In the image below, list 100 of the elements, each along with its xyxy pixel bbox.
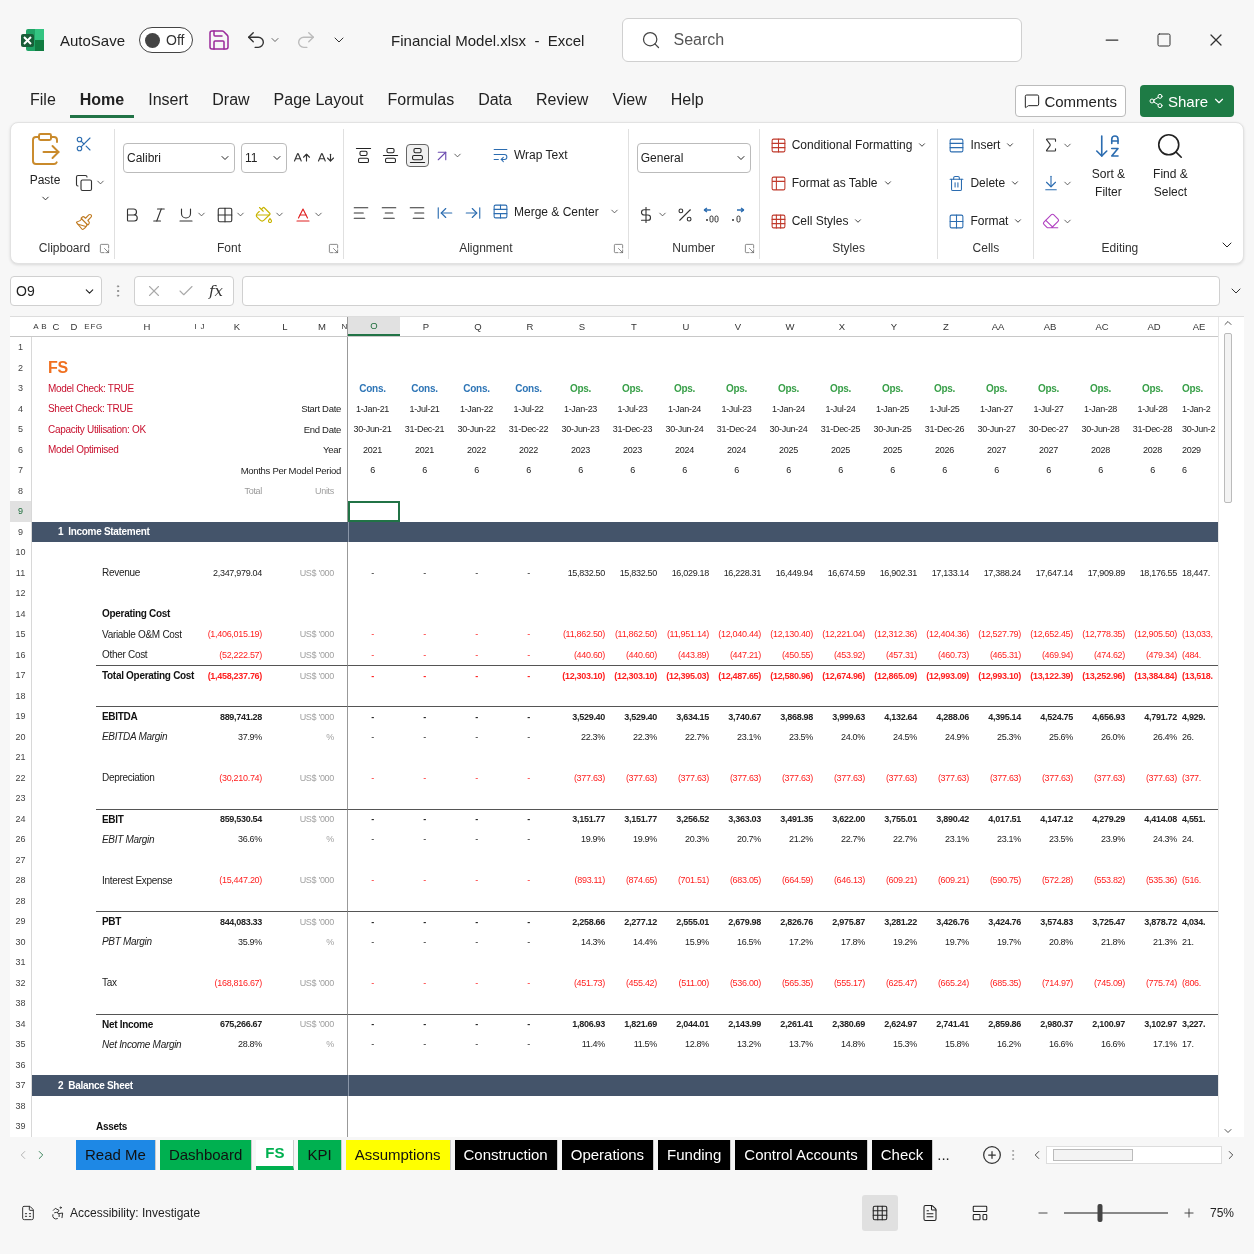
view-button[interactable] bbox=[861, 1195, 898, 1232]
menu-tab[interactable]: File bbox=[20, 84, 66, 118]
menu-tab[interactable]: Help bbox=[660, 84, 714, 118]
dialog-launcher-icon[interactable] bbox=[328, 242, 339, 254]
menu-tab[interactable]: Draw bbox=[202, 84, 260, 118]
grid-icon[interactable] bbox=[948, 212, 966, 230]
caret-icon[interactable] bbox=[853, 216, 864, 226]
find-select-button[interactable]: Find & Select bbox=[1143, 129, 1198, 237]
font-size-field[interactable]: 11 bbox=[241, 142, 287, 173]
cells-button[interactable]: Format bbox=[946, 210, 1026, 232]
number-format-field[interactable]: General bbox=[636, 142, 751, 173]
maximize-icon[interactable] bbox=[1156, 32, 1172, 48]
sort-filter-button[interactable]: Sort & Filter bbox=[1081, 129, 1136, 237]
wrap-text-button[interactable]: Wrap Text bbox=[490, 144, 620, 165]
table-cell: 6 bbox=[1150, 465, 1155, 476]
paintbrush-icon[interactable] bbox=[75, 213, 93, 232]
menu-tab[interactable]: Insert bbox=[138, 84, 199, 118]
grid-icon[interactable] bbox=[870, 1204, 889, 1223]
sheet-tab[interactable]: Funding bbox=[658, 1139, 732, 1170]
add-sheet-icon[interactable] bbox=[981, 1144, 1002, 1165]
row-number[interactable]: 9 bbox=[10, 501, 32, 522]
dialog-launcher-icon[interactable] bbox=[612, 242, 624, 254]
insert-function-label[interactable]: fx bbox=[209, 282, 223, 300]
merge-center-button[interactable]: Merge & Center bbox=[490, 201, 601, 222]
save-icon[interactable] bbox=[207, 28, 232, 52]
search-icon[interactable] bbox=[641, 30, 662, 50]
menu-tab[interactable]: Page Layout bbox=[263, 84, 374, 118]
column-header[interactable]: O bbox=[348, 317, 400, 336]
menu-tab[interactable]: View bbox=[602, 84, 657, 118]
copy-icon[interactable] bbox=[75, 174, 93, 192]
caret-icon[interactable] bbox=[1005, 140, 1016, 150]
name-box[interactable]: O9 bbox=[10, 276, 102, 306]
caret-icon[interactable] bbox=[882, 178, 893, 188]
accessibility-status[interactable]: Accessibility: Investigate bbox=[70, 1206, 201, 1221]
sheet-tab[interactable]: KPI bbox=[298, 1139, 342, 1170]
wrap-text-icon[interactable] bbox=[492, 146, 509, 163]
search-input[interactable]: Search bbox=[671, 19, 1004, 61]
sheet-tab[interactable]: Read Me bbox=[76, 1139, 156, 1170]
row-number[interactable]: 9 bbox=[10, 521, 32, 542]
accessibility-icon[interactable] bbox=[50, 1205, 66, 1222]
font-name-field[interactable]: Calibri bbox=[123, 142, 235, 173]
table-cell: 20.7% bbox=[736, 834, 761, 845]
autosave-toggle[interactable]: Off bbox=[139, 27, 194, 53]
eraser-icon[interactable] bbox=[1042, 212, 1061, 230]
caret-icon[interactable] bbox=[1010, 178, 1021, 188]
dialog-launcher-icon[interactable] bbox=[743, 242, 755, 254]
sheet-tab[interactable]: Check bbox=[871, 1139, 934, 1170]
sheet-tab[interactable]: Operations bbox=[561, 1139, 655, 1170]
share-icon[interactable] bbox=[1147, 93, 1164, 109]
styles-button[interactable]: Format as Table bbox=[767, 172, 930, 194]
selected-cell[interactable] bbox=[348, 501, 400, 522]
scissors-icon[interactable] bbox=[75, 134, 93, 153]
search-field[interactable]: Search bbox=[622, 18, 1023, 62]
styles-button[interactable]: Conditional Formatting bbox=[767, 134, 930, 156]
rows-icon[interactable] bbox=[948, 136, 966, 154]
page-icon[interactable] bbox=[920, 1204, 939, 1223]
zoom-slider-thumb[interactable] bbox=[1097, 1204, 1103, 1223]
merge-cells-icon[interactable] bbox=[492, 203, 509, 220]
table-cell: 4,551. bbox=[1182, 814, 1206, 825]
table-cell: (11,951.14) bbox=[666, 629, 709, 640]
scrollbar-thumb[interactable] bbox=[1052, 1148, 1133, 1161]
more-sheets-label[interactable]: ... bbox=[937, 1146, 950, 1163]
menu-tab[interactable]: Review bbox=[525, 84, 599, 118]
menu-tab[interactable]: Data bbox=[468, 84, 522, 118]
layout-icon[interactable] bbox=[970, 1204, 989, 1223]
cells-button[interactable]: Delete bbox=[946, 172, 1026, 194]
table-cell: 4,132.64 bbox=[884, 711, 917, 722]
trash-icon[interactable] bbox=[948, 174, 966, 192]
table-cell: (646.13) bbox=[833, 875, 865, 886]
italic-icon[interactable] bbox=[150, 205, 168, 224]
sheet-tab[interactable]: Assumptions bbox=[345, 1139, 451, 1170]
row-number[interactable]: 37 bbox=[10, 1075, 32, 1096]
menu-tab[interactable]: Home bbox=[69, 84, 135, 118]
increase-decimal-icon[interactable] bbox=[701, 205, 720, 224]
table-cell: 2,741.41 bbox=[936, 1019, 969, 1030]
share-button[interactable]: Share bbox=[1139, 85, 1234, 117]
table-cell: 2,261.41 bbox=[780, 1019, 813, 1030]
table-icon[interactable] bbox=[769, 174, 787, 192]
table-icon[interactable] bbox=[769, 136, 787, 154]
menu-tab[interactable]: Formulas bbox=[377, 84, 465, 118]
formula-field[interactable] bbox=[242, 276, 1220, 306]
underline-icon[interactable] bbox=[177, 205, 195, 224]
paste-button[interactable]: Paste bbox=[23, 129, 67, 237]
table-cell: - bbox=[527, 875, 530, 886]
styles-button[interactable]: Cell Styles bbox=[767, 210, 930, 232]
sheet-tab[interactable]: Control Accounts bbox=[735, 1139, 868, 1170]
dialog-launcher-icon[interactable] bbox=[99, 242, 110, 254]
comments-button[interactable]: Comments bbox=[1015, 85, 1126, 117]
fill-color-icon[interactable] bbox=[255, 205, 273, 224]
table-icon[interactable] bbox=[769, 212, 787, 230]
sheet-tab[interactable]: Dashboard bbox=[159, 1139, 253, 1170]
cells-button[interactable]: Insert bbox=[946, 134, 1026, 156]
table-cell: - bbox=[527, 567, 530, 578]
caret-icon[interactable] bbox=[1013, 216, 1024, 226]
caret-icon[interactable] bbox=[917, 140, 928, 150]
borders-icon[interactable] bbox=[216, 205, 234, 224]
scrollbar-thumb[interactable] bbox=[1223, 333, 1232, 503]
sheet-tab[interactable]: Construction bbox=[454, 1139, 558, 1170]
percent-icon[interactable] bbox=[675, 205, 694, 224]
comment-icon[interactable] bbox=[1024, 93, 1041, 109]
